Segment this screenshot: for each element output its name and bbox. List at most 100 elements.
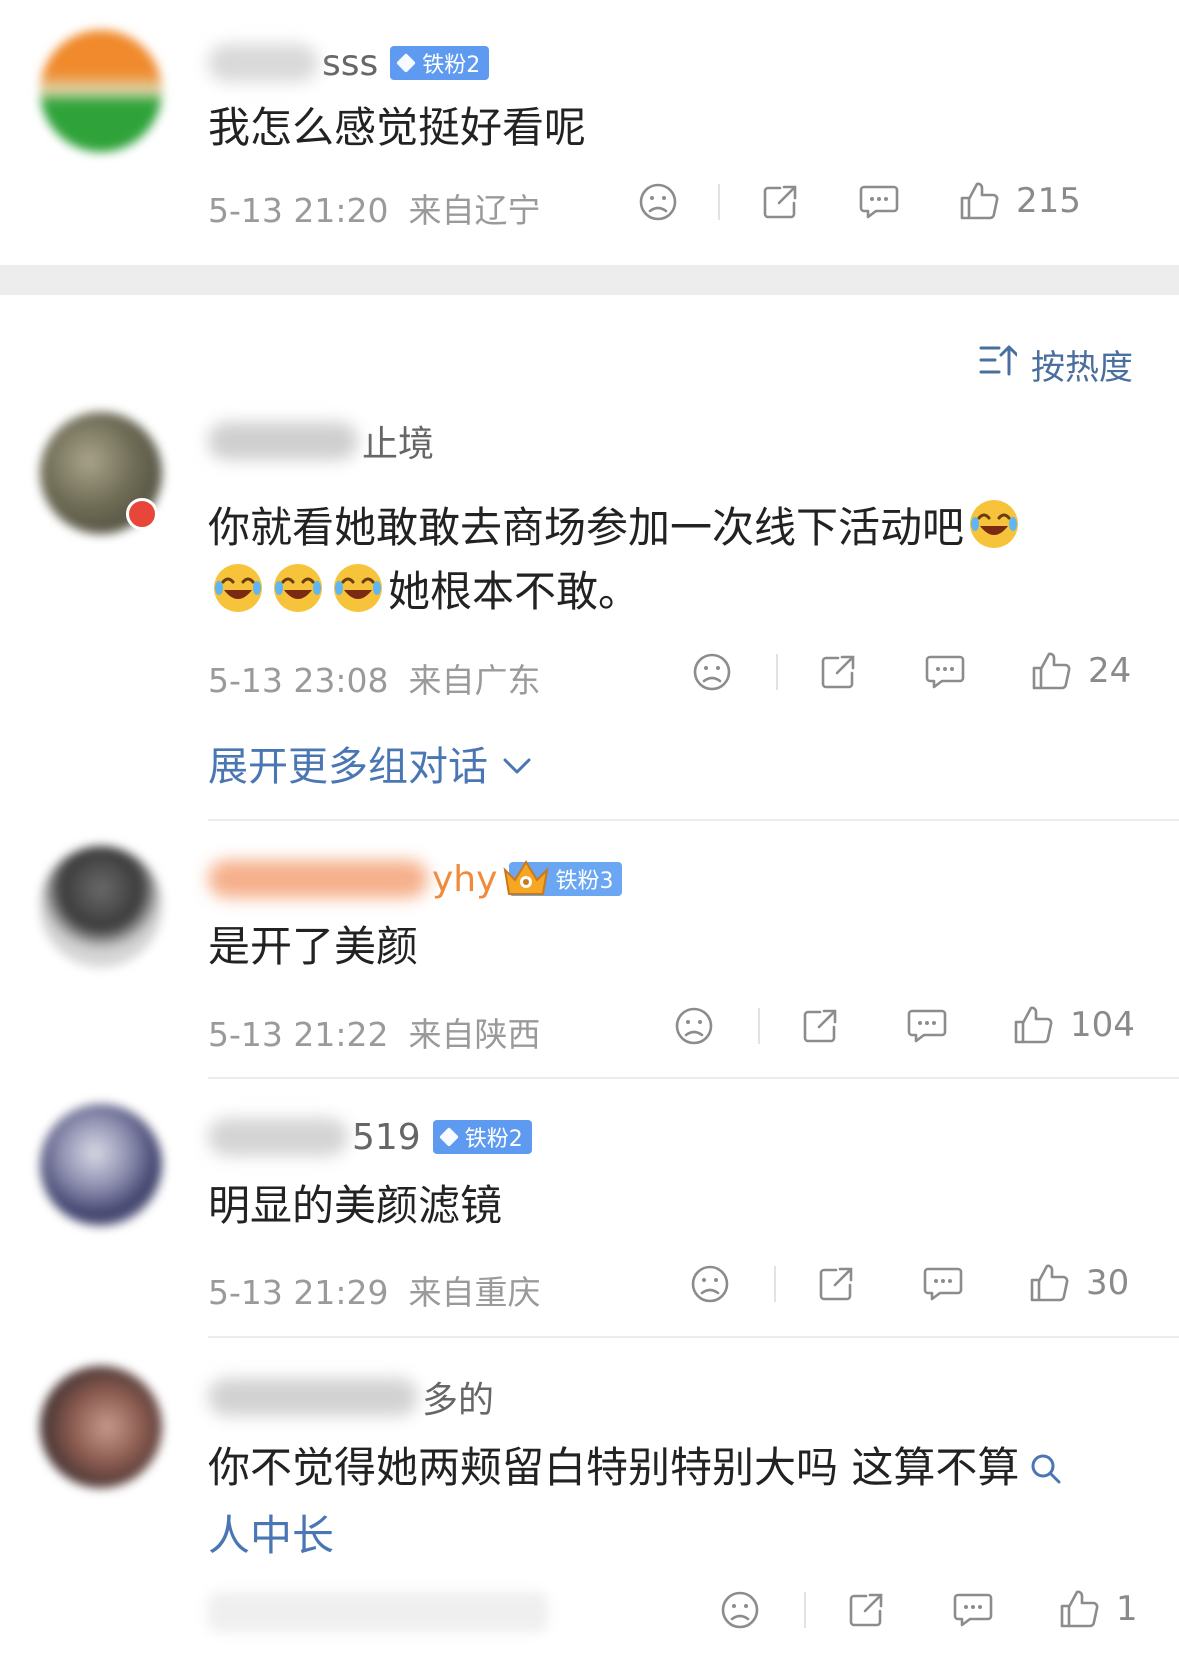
comment-time: 5-13 21:29 (208, 1273, 389, 1312)
comment-text: 你不觉得她两颊留白特别特别大吗 这算不算 人中长 (208, 1436, 1063, 1568)
comment-location: 来自辽宁 (408, 191, 541, 230)
laugh-cry-emoji-icon (332, 562, 384, 614)
comment-time: 5-13 21:22 (208, 1015, 389, 1054)
section-separator (0, 265, 1179, 295)
share-icon[interactable] (800, 1006, 840, 1046)
username[interactable]: 519 铁粉2 (208, 1114, 532, 1160)
comment-text: 是开了美颜 (208, 922, 419, 971)
like-button[interactable]: 1 (1058, 1588, 1138, 1630)
username-visible-text: 止境 (362, 424, 435, 465)
divider (758, 1008, 760, 1044)
divider (776, 654, 778, 690)
dislike-icon[interactable] (638, 182, 678, 222)
comment-text-line-1: 你不觉得她两颊留白特别特别大吗 这算不算 (208, 1443, 1020, 1492)
username[interactable]: yhy 铁粉3 (208, 856, 623, 902)
thumbs-up-icon (1030, 650, 1072, 692)
avatar[interactable] (40, 1366, 162, 1488)
expand-more-conversations-link[interactable]: 展开更多组对话 (208, 734, 532, 792)
search-icon[interactable] (1029, 1440, 1063, 1504)
blurred-username (208, 44, 318, 82)
search-topic-link[interactable]: 人中长 (208, 1511, 334, 1560)
chevron-down-icon (502, 740, 532, 786)
comment-text-line-2: 她根本不敢。 (388, 567, 641, 616)
share-icon[interactable] (816, 1264, 856, 1304)
comment-time: 5-13 23:08 (208, 661, 389, 700)
comment-text: 我怎么感觉挺好看呢 (208, 103, 587, 152)
comment-icon[interactable] (858, 182, 900, 222)
comment-meta: 5-13 21:22 来自陕西 (208, 1008, 541, 1056)
like-button[interactable]: 24 (1030, 650, 1131, 692)
fan-badge[interactable]: 铁粉2 (390, 46, 490, 80)
username[interactable]: 多的 (208, 1374, 495, 1421)
comment-text: 你就看她敢敢去商场参加一次线下活动吧 她根本不敢。 (208, 496, 1024, 624)
like-count: 104 (1070, 1005, 1135, 1045)
sort-by-hot-button[interactable]: 按热度 (979, 340, 1133, 389)
blurred-username (208, 1118, 348, 1156)
like-button[interactable]: 104 (1012, 1004, 1135, 1046)
comment-divider (208, 1336, 1179, 1338)
diamond-icon (396, 53, 417, 73)
like-count: 215 (1016, 181, 1081, 221)
avatar[interactable] (40, 30, 162, 152)
fan-badge[interactable]: 铁粉2 (432, 1120, 532, 1154)
avatar[interactable] (40, 846, 162, 968)
username-visible-text: 多的 (422, 1380, 495, 1421)
fan-badge-label: 铁粉2 (464, 1127, 523, 1152)
comment-text: 明显的美颜滤镜 (208, 1181, 503, 1230)
thumbs-up-icon (958, 180, 1000, 222)
comment-icon[interactable] (906, 1006, 948, 1046)
dislike-icon[interactable] (674, 1006, 714, 1046)
username-visible-text: yhy (432, 858, 498, 900)
comment-divider (208, 1077, 1179, 1079)
comment-location: 来自陕西 (408, 1015, 541, 1054)
thumbs-up-icon (1058, 1588, 1100, 1630)
laugh-cry-emoji-icon (272, 562, 324, 614)
comment-meta: 5-13 23:08 来自广东 (208, 654, 541, 702)
like-count: 1 (1116, 1589, 1138, 1629)
comment-text-line-1: 你就看她敢敢去商场参加一次线下活动吧 (208, 503, 965, 552)
avatar[interactable] (40, 1104, 162, 1226)
dislike-icon[interactable] (690, 1264, 730, 1304)
comment-icon[interactable] (952, 1590, 994, 1630)
diamond-icon (438, 1127, 459, 1147)
username[interactable]: sss 铁粉2 (208, 40, 490, 86)
divider (774, 1266, 776, 1302)
sort-icon (979, 343, 1019, 386)
comment-time: 5-13 21:20 (208, 191, 389, 230)
dislike-icon[interactable] (692, 652, 732, 692)
sort-label: 按热度 (1031, 348, 1133, 388)
username[interactable]: 止境 (208, 418, 435, 465)
username-visible-text: sss (322, 42, 379, 84)
thumbs-up-icon (1028, 1262, 1070, 1304)
dislike-icon[interactable] (720, 1590, 760, 1630)
laugh-cry-emoji-icon (968, 498, 1020, 550)
divider (804, 1592, 806, 1628)
share-icon[interactable] (818, 652, 858, 692)
verified-badge-icon (126, 498, 158, 530)
like-count: 30 (1086, 1263, 1130, 1303)
comment-meta: 5-13 21:20 来自辽宁 (208, 184, 541, 232)
username-visible-text: 519 (352, 1116, 421, 1158)
share-icon[interactable] (846, 1590, 886, 1630)
fan-badge-label: 铁粉3 (555, 869, 614, 894)
divider (718, 184, 720, 220)
crown-icon (501, 856, 551, 902)
blurred-username (208, 1378, 418, 1416)
comment-icon[interactable] (922, 1264, 964, 1304)
comment-icon[interactable] (924, 652, 966, 692)
thumbs-up-icon (1012, 1004, 1054, 1046)
blurred-meta (208, 1592, 548, 1632)
like-button[interactable]: 215 (958, 180, 1081, 222)
fan-badge[interactable]: 铁粉3 (503, 860, 623, 896)
comment-meta: 5-13 21:29 来自重庆 (208, 1266, 541, 1314)
comment-location: 来自广东 (408, 661, 541, 700)
laugh-cry-emoji-icon (212, 562, 264, 614)
blurred-username (208, 422, 358, 460)
share-icon[interactable] (760, 182, 800, 222)
comment-location: 来自重庆 (408, 1273, 541, 1312)
comment-divider (208, 819, 1179, 821)
like-count: 24 (1088, 651, 1132, 691)
like-button[interactable]: 30 (1028, 1262, 1129, 1304)
fan-badge-label: 铁粉2 (422, 53, 481, 78)
expand-label: 展开更多组对话 (208, 744, 488, 790)
